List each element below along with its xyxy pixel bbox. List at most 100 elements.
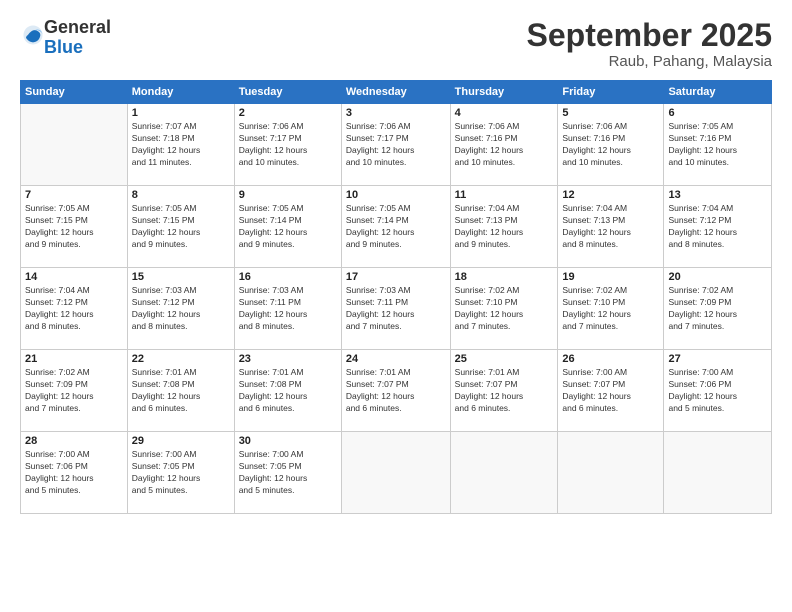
day-number: 11	[455, 189, 554, 201]
calendar-week-1: 7Sunrise: 7:05 AM Sunset: 7:15 PM Daylig…	[21, 186, 772, 268]
col-tuesday: Tuesday	[234, 81, 341, 104]
day-number: 26	[562, 353, 659, 365]
calendar-body: 1 Sunrise: 7:07 AM Sunset: 7:18 PM Daylig…	[21, 104, 772, 514]
calendar-cell	[450, 432, 558, 514]
day-number: 21	[25, 353, 123, 365]
day-number: 9	[239, 189, 337, 201]
day-number: 30	[239, 435, 337, 447]
day-number: 6	[668, 107, 767, 119]
day-info: Sunrise: 7:02 AM Sunset: 7:10 PM Dayligh…	[455, 285, 554, 333]
day-info: Sunrise: 7:06 AM Sunset: 7:16 PM Dayligh…	[455, 121, 554, 169]
calendar-cell	[341, 432, 450, 514]
day-info: Sunrise: 7:01 AM Sunset: 7:07 PM Dayligh…	[455, 367, 554, 415]
col-friday: Friday	[558, 81, 664, 104]
day-number: 2	[239, 107, 337, 119]
day-number: 12	[562, 189, 659, 201]
calendar-week-0: 1 Sunrise: 7:07 AM Sunset: 7:18 PM Daylig…	[21, 104, 772, 186]
day-info: Sunrise: 7:02 AM Sunset: 7:09 PM Dayligh…	[668, 285, 767, 333]
day-info: Sunrise: 7:04 AM Sunset: 7:13 PM Dayligh…	[562, 203, 659, 251]
day-info: Sunrise: 7:06 AM Sunset: 7:17 PM Dayligh…	[239, 121, 337, 169]
col-monday: Monday	[127, 81, 234, 104]
day-number: 10	[346, 189, 446, 201]
day-number: 1	[132, 107, 230, 119]
day-info: Sunrise: 7:00 AM Sunset: 7:06 PM Dayligh…	[25, 449, 123, 497]
day-info: Sunrise: 7:04 AM Sunset: 7:12 PM Dayligh…	[25, 285, 123, 333]
logo-blue: Blue	[44, 37, 83, 57]
calendar-cell: 3 Sunrise: 7:06 AM Sunset: 7:17 PM Daylig…	[341, 104, 450, 186]
calendar-cell: 28 Sunrise: 7:00 AM Sunset: 7:06 PM Dayli…	[21, 432, 128, 514]
day-info: Sunrise: 7:00 AM Sunset: 7:07 PM Dayligh…	[562, 367, 659, 415]
calendar-cell	[664, 432, 772, 514]
calendar-cell: 29Sunrise: 7:00 AM Sunset: 7:05 PM Dayli…	[127, 432, 234, 514]
day-number: 5	[562, 107, 659, 119]
calendar-cell: 20 Sunrise: 7:02 AM Sunset: 7:09 PM Dayli…	[664, 268, 772, 350]
col-sunday: Sunday	[21, 81, 128, 104]
calendar-cell: 7Sunrise: 7:05 AM Sunset: 7:15 PM Daylig…	[21, 186, 128, 268]
logo-icon	[22, 24, 44, 46]
day-number: 8	[132, 189, 230, 201]
day-info: Sunrise: 7:03 AM Sunset: 7:11 PM Dayligh…	[239, 285, 337, 333]
calendar-cell: 11 Sunrise: 7:04 AM Sunset: 7:13 PM Dayli…	[450, 186, 558, 268]
calendar-cell: 13Sunrise: 7:04 AM Sunset: 7:12 PM Dayli…	[664, 186, 772, 268]
header: General Blue September 2025 Raub, Pahang…	[20, 18, 772, 70]
day-number: 22	[132, 353, 230, 365]
col-wednesday: Wednesday	[341, 81, 450, 104]
day-info: Sunrise: 7:01 AM Sunset: 7:08 PM Dayligh…	[132, 367, 230, 415]
calendar-week-4: 28 Sunrise: 7:00 AM Sunset: 7:06 PM Dayli…	[21, 432, 772, 514]
calendar-cell: 4 Sunrise: 7:06 AM Sunset: 7:16 PM Daylig…	[450, 104, 558, 186]
calendar-cell: 9 Sunrise: 7:05 AM Sunset: 7:14 PM Daylig…	[234, 186, 341, 268]
calendar-week-2: 14 Sunrise: 7:04 AM Sunset: 7:12 PM Dayli…	[21, 268, 772, 350]
day-number: 28	[25, 435, 123, 447]
calendar-cell: 1 Sunrise: 7:07 AM Sunset: 7:18 PM Daylig…	[127, 104, 234, 186]
day-info: Sunrise: 7:04 AM Sunset: 7:12 PM Dayligh…	[668, 203, 767, 251]
location: Raub, Pahang, Malaysia	[527, 53, 772, 70]
day-number: 20	[668, 271, 767, 283]
col-thursday: Thursday	[450, 81, 558, 104]
day-info: Sunrise: 7:06 AM Sunset: 7:17 PM Dayligh…	[346, 121, 446, 169]
calendar-cell: 10 Sunrise: 7:05 AM Sunset: 7:14 PM Dayli…	[341, 186, 450, 268]
calendar-cell: 15Sunrise: 7:03 AM Sunset: 7:12 PM Dayli…	[127, 268, 234, 350]
day-info: Sunrise: 7:01 AM Sunset: 7:07 PM Dayligh…	[346, 367, 446, 415]
calendar-cell: 19Sunrise: 7:02 AM Sunset: 7:10 PM Dayli…	[558, 268, 664, 350]
calendar-cell: 30 Sunrise: 7:00 AM Sunset: 7:05 PM Dayli…	[234, 432, 341, 514]
logo-general: General	[44, 17, 111, 37]
calendar: Sunday Monday Tuesday Wednesday Thursday…	[20, 80, 772, 514]
calendar-cell: 24 Sunrise: 7:01 AM Sunset: 7:07 PM Dayli…	[341, 350, 450, 432]
title-block: September 2025 Raub, Pahang, Malaysia	[527, 18, 772, 70]
logo: General Blue	[20, 18, 111, 58]
day-number: 24	[346, 353, 446, 365]
day-info: Sunrise: 7:04 AM Sunset: 7:13 PM Dayligh…	[455, 203, 554, 251]
day-info: Sunrise: 7:00 AM Sunset: 7:05 PM Dayligh…	[132, 449, 230, 497]
day-info: Sunrise: 7:00 AM Sunset: 7:05 PM Dayligh…	[239, 449, 337, 497]
day-number: 18	[455, 271, 554, 283]
day-info: Sunrise: 7:00 AM Sunset: 7:06 PM Dayligh…	[668, 367, 767, 415]
calendar-week-3: 21 Sunrise: 7:02 AM Sunset: 7:09 PM Dayli…	[21, 350, 772, 432]
calendar-cell: 14 Sunrise: 7:04 AM Sunset: 7:12 PM Dayli…	[21, 268, 128, 350]
day-info: Sunrise: 7:05 AM Sunset: 7:16 PM Dayligh…	[668, 121, 767, 169]
calendar-cell: 27 Sunrise: 7:00 AM Sunset: 7:06 PM Dayli…	[664, 350, 772, 432]
day-info: Sunrise: 7:06 AM Sunset: 7:16 PM Dayligh…	[562, 121, 659, 169]
day-number: 17	[346, 271, 446, 283]
calendar-cell: 22 Sunrise: 7:01 AM Sunset: 7:08 PM Dayli…	[127, 350, 234, 432]
day-info: Sunrise: 7:02 AM Sunset: 7:09 PM Dayligh…	[25, 367, 123, 415]
calendar-cell: 26 Sunrise: 7:00 AM Sunset: 7:07 PM Dayli…	[558, 350, 664, 432]
calendar-cell: 25Sunrise: 7:01 AM Sunset: 7:07 PM Dayli…	[450, 350, 558, 432]
calendar-cell: 18 Sunrise: 7:02 AM Sunset: 7:10 PM Dayli…	[450, 268, 558, 350]
day-info: Sunrise: 7:05 AM Sunset: 7:15 PM Dayligh…	[132, 203, 230, 251]
calendar-cell	[558, 432, 664, 514]
day-info: Sunrise: 7:07 AM Sunset: 7:18 PM Dayligh…	[132, 121, 230, 169]
day-number: 27	[668, 353, 767, 365]
calendar-cell: 12 Sunrise: 7:04 AM Sunset: 7:13 PM Dayli…	[558, 186, 664, 268]
day-info: Sunrise: 7:02 AM Sunset: 7:10 PM Dayligh…	[562, 285, 659, 333]
day-number: 3	[346, 107, 446, 119]
day-number: 23	[239, 353, 337, 365]
calendar-cell: 5 Sunrise: 7:06 AM Sunset: 7:16 PM Daylig…	[558, 104, 664, 186]
day-number: 4	[455, 107, 554, 119]
day-number: 15	[132, 271, 230, 283]
calendar-cell: 8 Sunrise: 7:05 AM Sunset: 7:15 PM Daylig…	[127, 186, 234, 268]
calendar-header-row: Sunday Monday Tuesday Wednesday Thursday…	[21, 81, 772, 104]
day-info: Sunrise: 7:05 AM Sunset: 7:14 PM Dayligh…	[239, 203, 337, 251]
day-number: 14	[25, 271, 123, 283]
calendar-cell: 2 Sunrise: 7:06 AM Sunset: 7:17 PM Daylig…	[234, 104, 341, 186]
day-info: Sunrise: 7:05 AM Sunset: 7:14 PM Dayligh…	[346, 203, 446, 251]
